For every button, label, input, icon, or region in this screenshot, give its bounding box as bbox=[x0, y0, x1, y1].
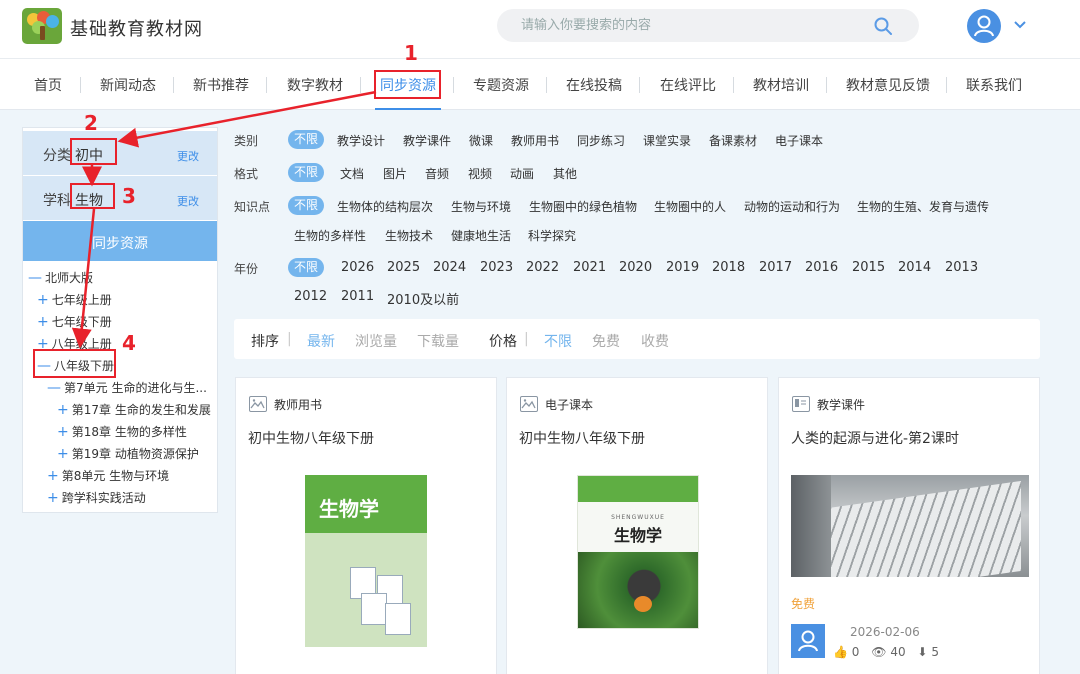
annotation-box-subject bbox=[70, 183, 115, 209]
annotation-arrows bbox=[71, 90, 377, 349]
annotation-number: 2 bbox=[84, 111, 98, 135]
annotation-number: 3 bbox=[122, 184, 136, 208]
annotation-number: 1 bbox=[404, 41, 418, 65]
annotation-number: 4 bbox=[122, 331, 136, 355]
annotation-box-nav bbox=[374, 70, 441, 99]
annotation-box-grade bbox=[33, 349, 116, 378]
annotation-box-category bbox=[70, 138, 117, 165]
